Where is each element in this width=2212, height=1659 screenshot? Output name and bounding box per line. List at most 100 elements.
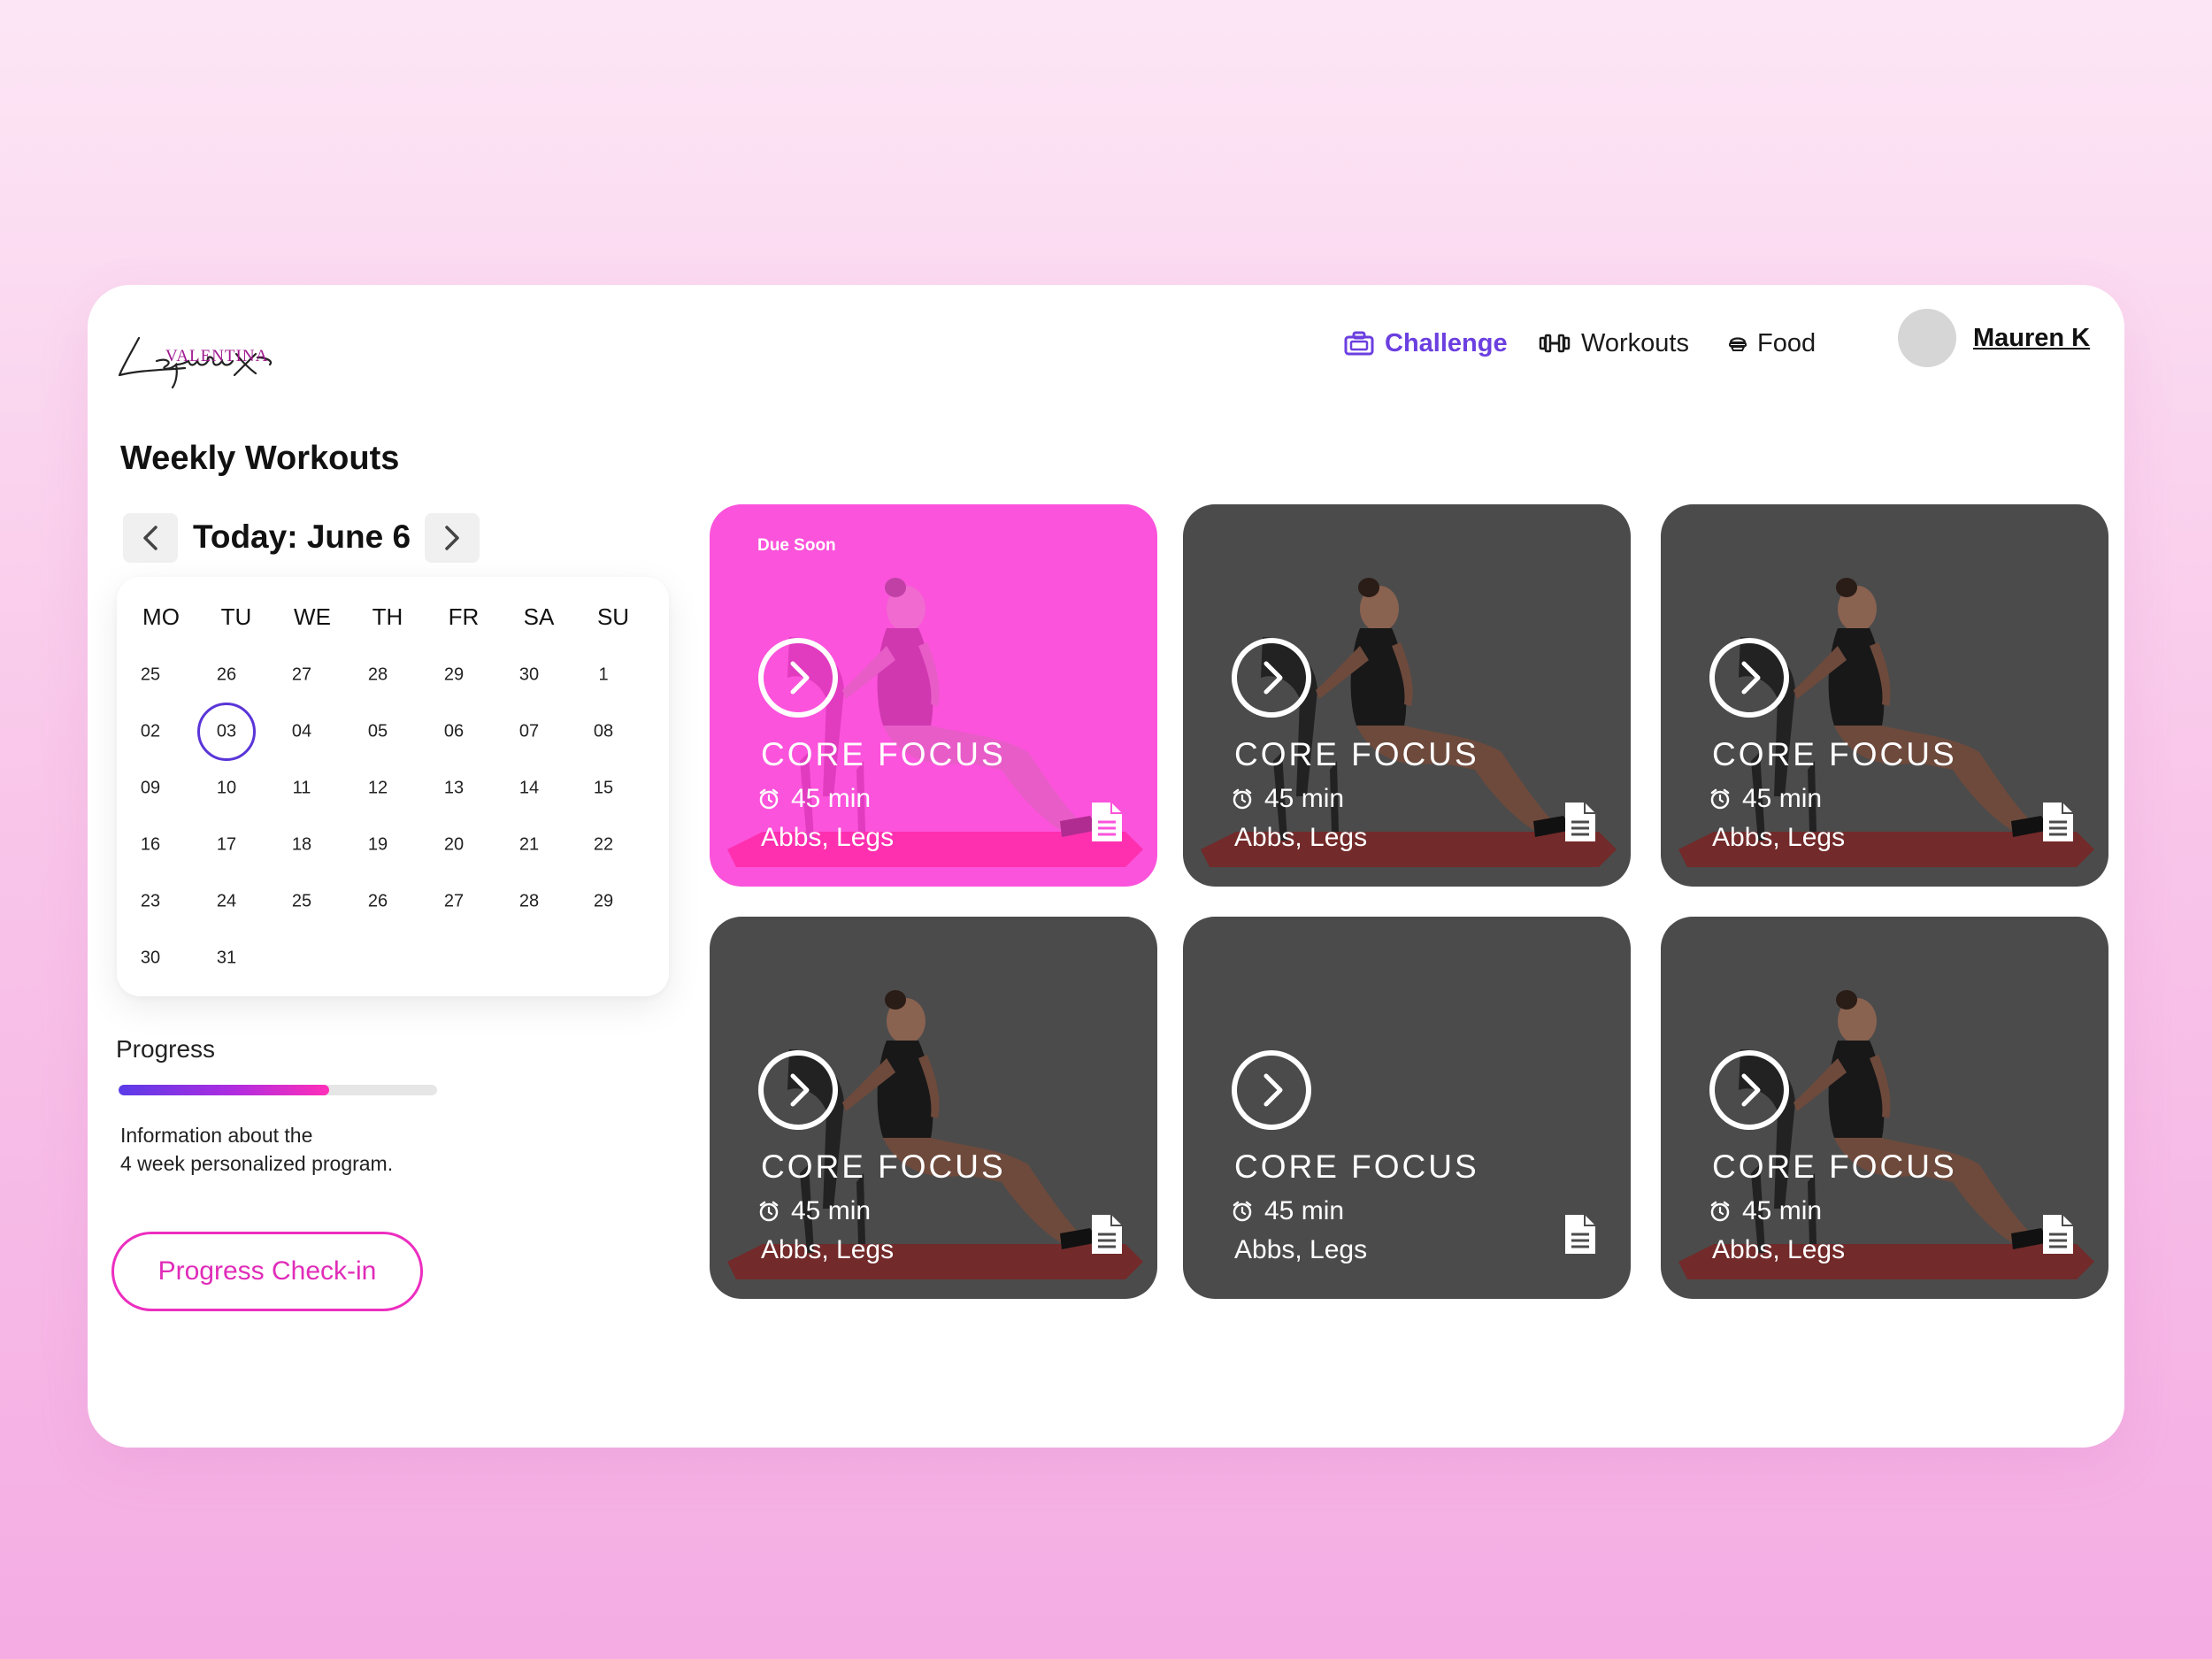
workout-card[interactable]: CORE FOCUS 45 min Abbs, Legs	[1183, 917, 1631, 1299]
workout-tags: Abbs, Legs	[761, 823, 895, 852]
calendar-day[interactable]: 1	[598, 665, 608, 686]
progress-checkin-button[interactable]: Progress Check-in	[111, 1232, 423, 1311]
workout-duration-text: 45 min	[1742, 1196, 1823, 1225]
main-card: VALENTINA Challenge Workouts Food Mauren…	[88, 285, 2124, 1448]
workout-duration: 45 min	[757, 1196, 871, 1226]
workout-card[interactable]: CORE FOCUS 45 min Abbs, Legs	[1661, 504, 2108, 887]
progress-label: Progress	[116, 1035, 216, 1063]
workout-duration-text: 45 min	[791, 1196, 872, 1225]
calendar-day[interactable]: 19	[368, 835, 388, 856]
play-circle-icon[interactable]	[1709, 637, 1790, 718]
calendar-day[interactable]: 31	[217, 949, 236, 969]
calendar-day[interactable]: 27	[292, 665, 311, 686]
document-icon[interactable]	[1562, 1213, 1597, 1256]
workout-duration-text: 45 min	[1264, 1196, 1345, 1225]
calendar-day[interactable]: 14	[519, 779, 539, 799]
nav-challenge[interactable]: Challenge	[1344, 324, 1508, 363]
workout-title: CORE FOCUS	[1712, 736, 1957, 772]
calendar-day[interactable]: 18	[292, 835, 311, 856]
progress-bar	[119, 1085, 437, 1095]
brand-logo[interactable]: VALENTINA	[114, 311, 309, 391]
alarm-clock-icon	[1233, 788, 1252, 810]
play-circle-icon[interactable]	[757, 1049, 839, 1131]
page-title: Weekly Workouts	[120, 440, 400, 477]
calendar-day[interactable]: 28	[519, 892, 539, 912]
workout-duration-text: 45 min	[791, 784, 872, 813]
calendar-day[interactable]: 09	[141, 779, 160, 799]
food-bowl-icon	[1729, 337, 1747, 351]
play-circle-icon[interactable]	[1709, 1049, 1790, 1131]
calendar-day[interactable]: 29	[594, 892, 613, 912]
calendar-weekday-header: TH	[372, 603, 403, 630]
calendar-day[interactable]: 07	[519, 722, 539, 742]
calendar-day[interactable]: 16	[141, 835, 160, 856]
chevron-left-icon	[143, 526, 157, 550]
calendar-weekday-header: TU	[220, 603, 252, 630]
play-circle-icon[interactable]	[757, 637, 839, 718]
workout-title: CORE FOCUS	[1234, 1148, 1479, 1185]
workout-duration: 45 min	[1231, 784, 1344, 814]
workout-title: CORE FOCUS	[761, 736, 1006, 772]
user-name-link[interactable]: Mauren K	[1973, 324, 2090, 353]
calendar-weekday-header: FR	[448, 603, 480, 630]
program-info-text: Information about the 4 week personalize…	[120, 1124, 394, 1175]
calendar-day[interactable]: 05	[368, 722, 388, 742]
calendar-day[interactable]: 10	[217, 779, 236, 799]
workout-duration-text: 45 min	[1742, 784, 1823, 813]
dumbbell-icon	[1539, 334, 1571, 353]
workout-card[interactable]: CORE FOCUS 45 min Abbs, Legs	[1661, 917, 2108, 1299]
document-icon[interactable]	[1088, 1213, 1124, 1256]
calendar-day[interactable]: 15	[594, 779, 613, 799]
chevron-right-icon	[445, 526, 459, 550]
calendar-weekday-header: WE	[294, 603, 331, 630]
calendar-day[interactable]: 30	[141, 949, 160, 969]
alarm-clock-icon	[1710, 1201, 1730, 1222]
calendar-day[interactable]: 12	[368, 779, 388, 799]
calendar-day[interactable]: 26	[217, 665, 236, 686]
calendar-day[interactable]: 25	[292, 892, 311, 912]
workout-title: CORE FOCUS	[1712, 1148, 1957, 1185]
workout-duration: 45 min	[1709, 784, 1822, 814]
calendar-day[interactable]: 06	[444, 722, 464, 742]
calendar-day[interactable]: 22	[594, 835, 613, 856]
workout-card[interactable]: Due Soon CORE FOCUS 45 min Abbs, Legs	[710, 504, 1157, 887]
calendar-day[interactable]: 03	[217, 722, 236, 742]
calendar-day[interactable]: 20	[444, 835, 464, 856]
calendar-day[interactable]: 02	[141, 722, 160, 742]
calendar-day[interactable]: 25	[141, 665, 160, 686]
play-circle-icon[interactable]	[1231, 637, 1312, 718]
avatar[interactable]	[1898, 309, 1956, 367]
calendar-day[interactable]: 17	[217, 835, 236, 856]
calendar-day[interactable]: 28	[368, 665, 388, 686]
calendar-day[interactable]: 11	[293, 779, 311, 799]
workout-card[interactable]: CORE FOCUS 45 min Abbs, Legs	[710, 917, 1157, 1299]
calendar-weekday-header: SA	[523, 603, 555, 630]
workout-title: CORE FOCUS	[1234, 736, 1479, 772]
alarm-clock-icon	[1233, 1201, 1252, 1222]
calendar-day[interactable]: 21	[519, 835, 539, 856]
calendar-day[interactable]: 24	[217, 892, 236, 912]
next-day-button[interactable]	[425, 513, 480, 563]
calendar-weekday-header: MO	[142, 603, 180, 630]
calendar-day[interactable]: 04	[292, 722, 311, 742]
calendar-day[interactable]: 27	[444, 892, 464, 912]
workout-title: CORE FOCUS	[761, 1148, 1006, 1185]
calendar-day[interactable]: 30	[519, 665, 539, 686]
workout-card[interactable]: CORE FOCUS 45 min Abbs, Legs	[1183, 504, 1631, 887]
calendar-day[interactable]: 23	[141, 892, 160, 912]
calendar-day[interactable]: 29	[444, 665, 464, 686]
previous-day-button[interactable]	[123, 513, 178, 563]
logo-wordmark: VALENTINA	[165, 347, 269, 365]
document-icon[interactable]	[1562, 801, 1597, 843]
workout-tags: Abbs, Legs	[761, 1235, 895, 1264]
document-icon[interactable]	[2039, 1213, 2075, 1256]
nav-food[interactable]: Food	[1729, 324, 1816, 363]
document-icon[interactable]	[1088, 801, 1124, 843]
calendar-day[interactable]: 08	[594, 722, 613, 742]
briefcase-icon	[1344, 331, 1374, 356]
calendar-day[interactable]: 13	[444, 779, 464, 799]
play-circle-icon[interactable]	[1231, 1049, 1312, 1131]
document-icon[interactable]	[2039, 801, 2075, 843]
calendar-day[interactable]: 26	[368, 892, 388, 912]
nav-workouts[interactable]: Workouts	[1539, 324, 1689, 363]
